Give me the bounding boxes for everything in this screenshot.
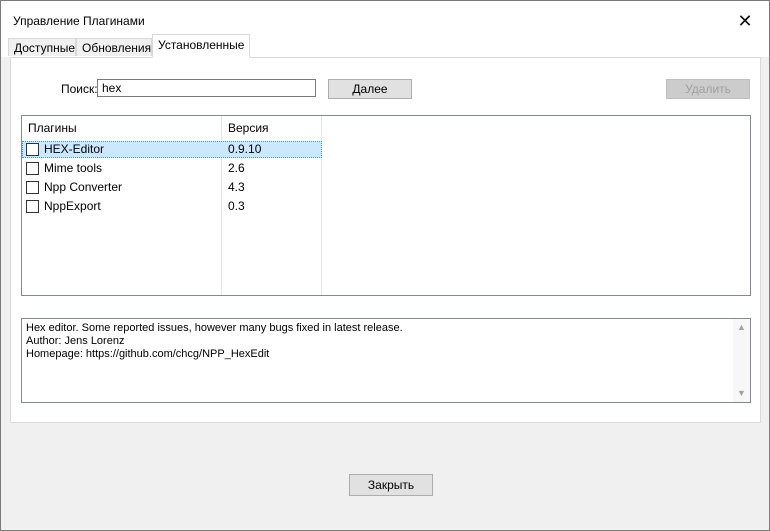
window-title: Управление Плагинами: [13, 14, 145, 28]
plugin-version: 0.9.10: [228, 142, 262, 156]
column-header-plugins[interactable]: Плагины: [28, 121, 77, 135]
tab-available[interactable]: Доступные: [8, 38, 76, 56]
plugin-checkbox[interactable]: [26, 143, 39, 156]
title-bar: Управление Плагинами ✕: [1, 1, 769, 31]
column-header-version[interactable]: Версия: [228, 121, 269, 135]
description-line: Homepage: https://github.com/chcg/NPP_He…: [26, 348, 270, 360]
plugin-version: 4.3: [228, 180, 245, 194]
plugin-checkbox[interactable]: [26, 162, 39, 175]
plugin-version: 0.3: [228, 199, 245, 213]
plugin-version: 2.6: [228, 161, 245, 175]
scroll-down-icon[interactable]: ▼: [737, 389, 746, 398]
tab-installed[interactable]: Установленные: [152, 34, 250, 58]
plugin-checkbox[interactable]: [26, 181, 39, 194]
search-label: Поиск:: [61, 82, 98, 96]
plugin-list[interactable]: Плагины Версия HEX-Editor 0.9.10 Mime to…: [21, 115, 751, 296]
plugin-name: NppExport: [44, 199, 101, 213]
list-item[interactable]: NppExport 0.3: [22, 198, 322, 215]
description-scrollbar[interactable]: ▲ ▼: [733, 319, 750, 402]
tab-updates[interactable]: Обновления: [76, 38, 152, 56]
remove-button[interactable]: Удалить: [666, 79, 750, 99]
plugin-manager-window: Управление Плагинами ✕ Доступные Обновле…: [0, 0, 770, 531]
description-line: Hex editor. Some reported issues, howeve…: [26, 322, 403, 334]
list-item[interactable]: Npp Converter 4.3: [22, 179, 322, 196]
close-icon[interactable]: ✕: [733, 9, 757, 33]
list-item[interactable]: Mime tools 2.6: [22, 160, 322, 177]
scroll-up-icon[interactable]: ▲: [737, 323, 746, 332]
installed-panel: Поиск: Далее Удалить Плагины Версия HEX-…: [10, 57, 761, 423]
plugin-name: HEX-Editor: [44, 142, 105, 156]
plugin-description[interactable]: Hex editor. Some reported issues, howeve…: [21, 318, 751, 403]
search-input[interactable]: [97, 79, 316, 97]
tab-strip: Доступные Обновления Установленные: [1, 31, 769, 58]
close-button[interactable]: Закрыть: [349, 474, 433, 496]
list-item[interactable]: HEX-Editor 0.9.10: [22, 141, 322, 158]
description-line: Author: Jens Lorenz: [26, 335, 125, 347]
plugin-checkbox[interactable]: [26, 200, 39, 213]
next-button[interactable]: Далее: [328, 79, 412, 99]
plugin-name: Npp Converter: [44, 180, 123, 194]
plugin-name: Mime tools: [44, 161, 103, 175]
